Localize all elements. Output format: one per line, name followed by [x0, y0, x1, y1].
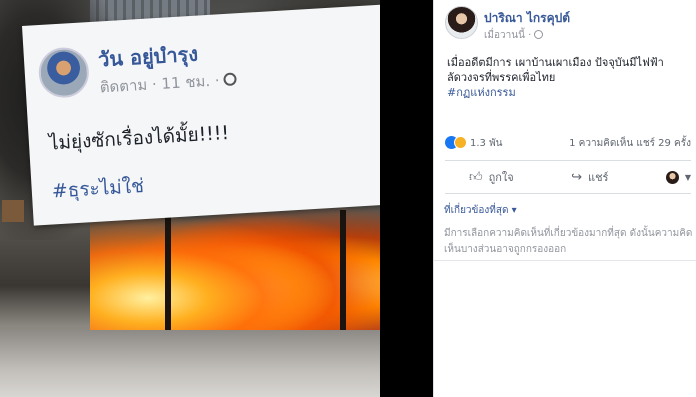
caret-down-icon: ▼: [684, 172, 691, 182]
like-label: ถูกใจ: [488, 171, 514, 184]
divider: [445, 193, 691, 194]
share-arrow-icon: ↪: [571, 169, 582, 185]
utility-pole: [340, 210, 346, 350]
hashtag-link[interactable]: #กฏแห่งกรรม: [447, 85, 691, 100]
globe-icon: [223, 72, 237, 87]
globe-icon: [534, 30, 544, 39]
screenshot-post-card: วัน อยู่บำรุง ติดตาม · 11 ชม. · ไม่ยุ่งซ…: [22, 1, 380, 226]
reactions-count[interactable]: 1.3 พัน: [470, 138, 503, 149]
post-hashtag: #ธุระไม่ใช่: [51, 175, 145, 203]
news-photo: วัน อยู่บำรุง ติดตาม · 11 ชม. · ไม่ยุ่งซ…: [0, 0, 380, 397]
user-avatar-icon: [665, 170, 679, 184]
post-text: เมื่ออดีตมีการ เผาบ้านเผาเมือง ปัจจุบันม…: [447, 56, 664, 84]
panel-bottom: [434, 261, 696, 397]
share-label: แชร์: [588, 171, 609, 184]
share-button[interactable]: ↪ แชร์: [571, 168, 608, 186]
post-message: ไม่ยุ่งซักเรื่องได้มั้ย!!!!: [48, 121, 230, 155]
author-avatar[interactable]: [445, 6, 478, 39]
post-body: เมื่ออดีตมีการ เผาบ้านเผาเมือง ปัจจุบันม…: [447, 55, 691, 100]
utility-pole: [165, 210, 171, 350]
road: [0, 330, 380, 397]
comment-filter-notice: มีการเลือกความคิดเห็นที่เกี่ยวข้องมากที่…: [444, 228, 693, 255]
like-button[interactable]: 👍︎ ถูกใจ: [469, 168, 514, 186]
facebook-post-panel: ปาริณา ไกรคุปต์ เมื่อวานนี้ · เมื่ออดีตม…: [433, 0, 696, 397]
haha-reaction-icon[interactable]: [454, 136, 467, 149]
thumbs-up-icon: 👍︎: [469, 169, 483, 185]
post-as-selector[interactable]: ▼: [665, 170, 691, 184]
divider: [445, 160, 691, 161]
comment-filter-dropdown[interactable]: ที่เกี่ยวข้องที่สุด ▾: [444, 203, 517, 218]
author-name-link[interactable]: ปาริณา ไกรคุปต์: [484, 9, 570, 28]
street-sign: [2, 200, 24, 222]
post-stats: 1.3 พัน 1 ความคิดเห็น แชร์ 29 ครั้ง: [445, 136, 691, 154]
post-timestamp[interactable]: เมื่อวานนี้ ·: [484, 28, 544, 43]
post-time-text[interactable]: เมื่อวานนี้ ·: [484, 30, 531, 41]
comments-shares-count[interactable]: 1 ความคิดเห็น แชร์ 29 ครั้ง: [569, 136, 691, 151]
fire-flames: [90, 200, 380, 340]
avatar: [37, 46, 91, 100]
action-bar: 👍︎ ถูกใจ ↪ แชร์ ▼: [445, 166, 691, 188]
post-meta-text: ติดตาม · 11 ชม. ·: [99, 71, 221, 97]
